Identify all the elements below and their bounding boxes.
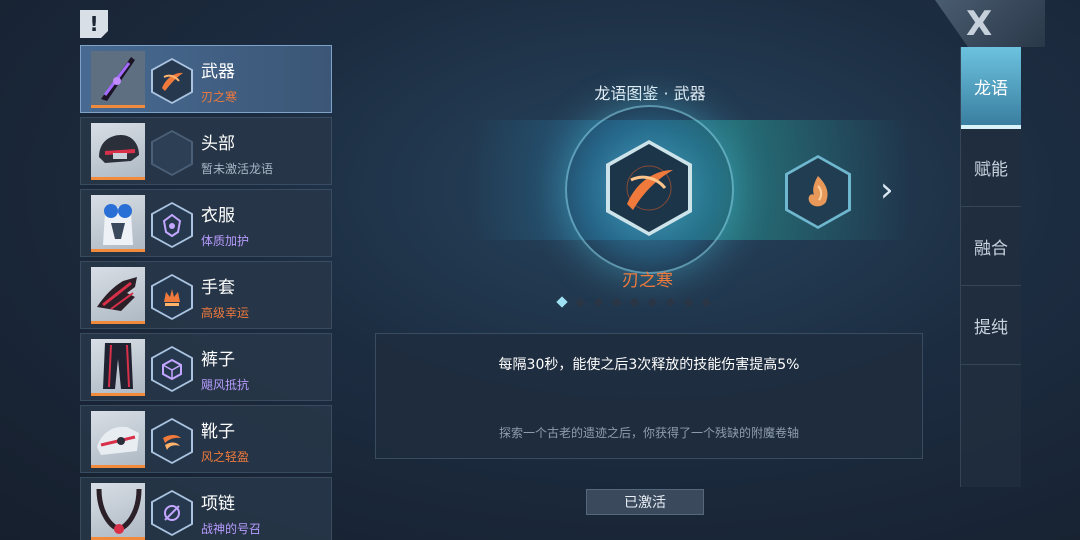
item-rune-name: 战神的号召 [201, 522, 262, 536]
page-dot [665, 297, 676, 308]
list-item-boots[interactable]: 靴子 风之轻盈 [80, 405, 332, 473]
item-name: 手套 [201, 278, 235, 298]
orange-crown-icon [151, 274, 193, 320]
exclamation-icon: ! [89, 12, 99, 36]
list-item-weapon[interactable]: 武器 刃之寒 [80, 45, 332, 113]
item-rune-name: 体质加护 [201, 234, 250, 248]
list-item-gloves[interactable]: 手套 高级幸运 [80, 261, 332, 329]
list-item-head[interactable]: 头部 暂未激活龙语 [80, 117, 332, 185]
item-rune-name: 飓风抵抗 [201, 378, 250, 392]
page-dot [575, 297, 586, 308]
pants-icon [91, 339, 145, 396]
section-title: 龙语图鉴 · 武器 [594, 84, 706, 103]
purple-shield-icon [151, 202, 193, 248]
page-dot [593, 297, 604, 308]
tab-empower[interactable]: 赋能 [961, 128, 1021, 207]
item-rune-name: 暂未激活龙语 [201, 162, 274, 176]
item-name: 裤子 [201, 350, 235, 370]
empty-slot-icon [151, 130, 193, 176]
effect-description: 每隔30秒，能使之后3次释放的技能伤害提高5% [498, 357, 800, 373]
item-rune-name: 高级幸运 [201, 306, 250, 320]
list-item-pants[interactable]: 裤子 飓风抵抗 [80, 333, 332, 401]
item-name: 衣服 [201, 206, 235, 226]
necklace-icon [91, 483, 145, 540]
orange-wind-icon [151, 418, 193, 464]
item-rune-name: 刃之寒 [201, 90, 238, 104]
item-name: 靴子 [201, 422, 235, 442]
next-arrow-icon[interactable]: › [880, 170, 894, 210]
item-name: 项链 [201, 494, 235, 514]
page-dot [683, 297, 694, 308]
page-dot-active [556, 296, 568, 308]
purple-blade-icon [91, 51, 145, 108]
list-item-clothes[interactable]: 衣服 体质加护 [80, 189, 332, 257]
right-tab-bar: 龙语 赋能 融合 提纯 [960, 47, 1021, 487]
list-item-necklace[interactable]: 项链 战神的号召 [80, 477, 332, 540]
page-indicator [556, 296, 712, 309]
item-rune-name: 风之轻盈 [201, 450, 250, 464]
page-dot [701, 297, 712, 308]
activated-button[interactable]: 已激活 [586, 489, 704, 515]
purple-orb-icon [151, 490, 193, 536]
equipment-list[interactable]: 武器 刃之寒 头部 暂未激活龙语 衣服 体质加护 手套 高级幸运 裤子 飓风抵抗… [80, 45, 332, 540]
boots-icon [91, 411, 145, 468]
flavor-text: 探索一个古老的遗迹之后，你获得了一个残缺的附魔卷轴 [498, 426, 799, 440]
rune-name: 刃之寒 [622, 271, 673, 291]
armor-icon [91, 195, 145, 252]
item-name: 武器 [201, 62, 235, 82]
purple-cube-icon [151, 346, 193, 392]
page-dot [647, 297, 658, 308]
helmet-icon [91, 123, 145, 180]
info-button[interactable]: ! [80, 10, 108, 38]
page-dot [629, 297, 640, 308]
orange-blade-icon [151, 58, 193, 104]
tab-dragon-language[interactable]: 龙语 [961, 47, 1021, 129]
close-button[interactable]: X [966, 4, 992, 44]
page-dot [611, 297, 622, 308]
tab-purify[interactable]: 提纯 [961, 286, 1021, 365]
tab-fusion[interactable]: 融合 [961, 207, 1021, 286]
glove-icon [91, 267, 145, 324]
description-panel: 每隔30秒，能使之后3次释放的技能伤害提高5% 探索一个古老的遗迹之后，你获得了… [375, 333, 923, 459]
item-name: 头部 [201, 134, 235, 154]
